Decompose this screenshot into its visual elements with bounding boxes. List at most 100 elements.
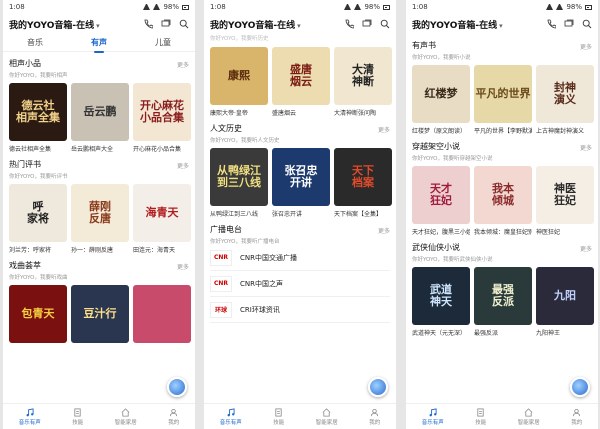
tab-audio[interactable]: 有声: [87, 35, 111, 53]
nav-smart-home[interactable]: 智能家居: [518, 407, 540, 426]
device-selector[interactable]: 我的YOYO音箱-在线 ▾: [9, 18, 100, 31]
status-bar: 1:08 98%: [204, 0, 396, 14]
phone-icon[interactable]: [143, 19, 153, 29]
status-bar: 1:08 98%: [3, 0, 195, 14]
content-card[interactable]: 包青天: [9, 285, 67, 346]
cover-text: 德云社 相声全集: [16, 98, 60, 124]
cover-text: 张召忠 开讲: [284, 163, 318, 189]
more-link[interactable]: 更多: [177, 161, 189, 170]
cover-image: 封神 演义: [536, 65, 594, 123]
phone-icon[interactable]: [546, 19, 556, 29]
card-title: 田连元：海青天: [133, 247, 176, 254]
search-icon[interactable]: [582, 19, 592, 29]
more-link[interactable]: 更多: [580, 143, 592, 152]
nav-profile[interactable]: 我的: [369, 408, 380, 426]
section-title: 有声书: [412, 41, 436, 50]
nav-label: 技能: [475, 419, 487, 426]
status-time: 1:08: [9, 3, 25, 11]
content-section: 康熙 康熙大帝·皇帝 盛唐 烟云 盛唐烟云 大清 神断 大清神断张问陶: [204, 47, 396, 117]
smart-home-icon: [121, 407, 130, 417]
message-icon[interactable]: [564, 19, 574, 29]
nav-music-audio[interactable]: 音乐有声: [220, 407, 242, 426]
cover-image: 开心麻花 小品合集: [133, 83, 191, 141]
content-card[interactable]: 开心麻花 小品合集 开心麻花小品合集: [133, 83, 191, 153]
voice-assistant-button[interactable]: [570, 377, 590, 397]
radio-station-item[interactable]: CNR CNR中国交通广播: [210, 245, 390, 271]
voice-assistant-button[interactable]: [368, 377, 388, 397]
search-icon[interactable]: [380, 19, 390, 29]
wifi-icon: [546, 4, 554, 10]
nav-profile[interactable]: 我的: [571, 408, 582, 426]
cover-text: 薛刚 反唐: [89, 199, 111, 225]
content-card[interactable]: 康熙 康熙大帝·皇帝: [210, 47, 268, 117]
message-icon[interactable]: [161, 19, 171, 29]
cover-image: 最强 反派: [474, 267, 532, 325]
tab-kids[interactable]: 儿童: [151, 35, 175, 50]
card-title: 神医狂妃: [536, 229, 561, 236]
cover-text: 封神 演义: [554, 80, 576, 106]
phone-icon[interactable]: [344, 19, 354, 29]
content-card[interactable]: 最强 反派 最强反派: [474, 267, 532, 337]
status-time: 1:08: [412, 3, 428, 11]
voice-hint: 你好YOYO，我要听广播电台: [210, 239, 280, 245]
content-card[interactable]: 呼 家将 刘兰芳：呼家将: [9, 184, 67, 254]
device-selector[interactable]: 我的YOYO音箱-在线 ▾: [210, 18, 301, 31]
voice-assistant-button[interactable]: [167, 377, 187, 397]
more-link[interactable]: 更多: [580, 244, 592, 253]
content-card[interactable]: 德云社 相声全集 德云社相声全集: [9, 83, 67, 153]
music-note-icon: [429, 407, 437, 416]
wifi-icon: [143, 4, 151, 10]
content-card[interactable]: 张召忠 开讲 张召忠开讲: [272, 148, 330, 218]
content-card[interactable]: 天下 档案 天下档案【全集】: [334, 148, 392, 218]
station-logo: CNR: [210, 249, 232, 266]
section-title: 武侠仙侠小说: [412, 243, 460, 252]
content-card[interactable]: 薛刚 反唐 孙一：薛刚反唐: [71, 184, 129, 254]
nav-profile[interactable]: 我的: [168, 408, 179, 426]
nav-skills[interactable]: 技能: [475, 407, 487, 426]
nav-smart-home[interactable]: 智能家居: [115, 407, 137, 426]
nav-skills[interactable]: 技能: [273, 407, 284, 426]
content-card[interactable]: [133, 285, 191, 346]
content-card[interactable]: 九阳 九阳神王: [536, 267, 594, 337]
content-card[interactable]: 天才 狂妃 天才狂妃，腹黑三小姐: [412, 166, 470, 236]
cover-text: 盛唐 烟云: [290, 62, 312, 88]
phone-screen-novels: 1:08 98% 我的YOYO音箱-在线 ▾ 有声书 更多 你好YOYO，我要听小说 …: [406, 0, 598, 429]
chevron-down-icon: ▾: [96, 21, 100, 30]
cover-text: 九阳: [554, 288, 576, 302]
nav-skills[interactable]: 技能: [72, 407, 83, 426]
nav-music-audio[interactable]: 音乐有声: [422, 407, 444, 426]
content-card[interactable]: 盛唐 烟云 盛唐烟云: [272, 47, 330, 117]
content-card[interactable]: 从鸭绿江 到三八线 从鸭绿江到三八线: [210, 148, 268, 218]
more-link[interactable]: 更多: [177, 60, 189, 69]
content-card[interactable]: 海青天 田连元：海青天: [133, 184, 191, 254]
content-card[interactable]: 豆汁行: [71, 285, 129, 346]
cover-image: 神医 狂妃: [536, 166, 594, 224]
content-card[interactable]: 大清 神断 大清神断张问陶: [334, 47, 392, 117]
content-section: 人文历史 更多 你好YOYO，我要听人文历史 从鸭绿江 到三八线 从鸭绿江到三八线 …: [204, 123, 396, 218]
nav-music-audio[interactable]: 音乐有声: [19, 407, 41, 426]
nav-smart-home[interactable]: 智能家居: [316, 407, 338, 426]
battery-icon: [383, 4, 390, 10]
content-card[interactable]: 岳云鹏 岳云鹏相声大全: [71, 83, 129, 153]
message-icon[interactable]: [362, 19, 372, 29]
tab-music[interactable]: 音乐: [23, 35, 47, 50]
card-title: 盛唐烟云: [272, 110, 297, 117]
more-link[interactable]: 更多: [580, 42, 592, 51]
radio-station-item[interactable]: 环球 CRI环球资讯: [210, 297, 390, 323]
content-card[interactable]: 我本 倾城 我本倾城：魔皇狂妃别冷王: [474, 166, 532, 236]
content-card[interactable]: 平凡的世界 平凡的世界【李野默演播】: [474, 65, 532, 135]
search-icon[interactable]: [179, 19, 189, 29]
more-link[interactable]: 更多: [378, 226, 390, 235]
radio-station-item[interactable]: CNR CNR中国之声: [210, 271, 390, 297]
content-card[interactable]: 封神 演义 上古神魔封神演义: [536, 65, 594, 135]
more-link[interactable]: 更多: [378, 125, 390, 134]
device-selector[interactable]: 我的YOYO音箱-在线 ▾: [412, 18, 503, 31]
content-card[interactable]: 神医 狂妃 神医狂妃: [536, 166, 594, 236]
battery-icon: [585, 4, 592, 10]
cover-image: 德云社 相声全集: [9, 83, 67, 141]
profile-icon: [573, 408, 581, 416]
content-card[interactable]: 武道 神天 武道神天（元无深）: [412, 267, 470, 337]
device-title: 我的YOYO音箱-在线: [210, 20, 296, 31]
content-card[interactable]: 红楼梦 红楼梦（原文朗读）: [412, 65, 470, 135]
more-link[interactable]: 更多: [177, 262, 189, 271]
